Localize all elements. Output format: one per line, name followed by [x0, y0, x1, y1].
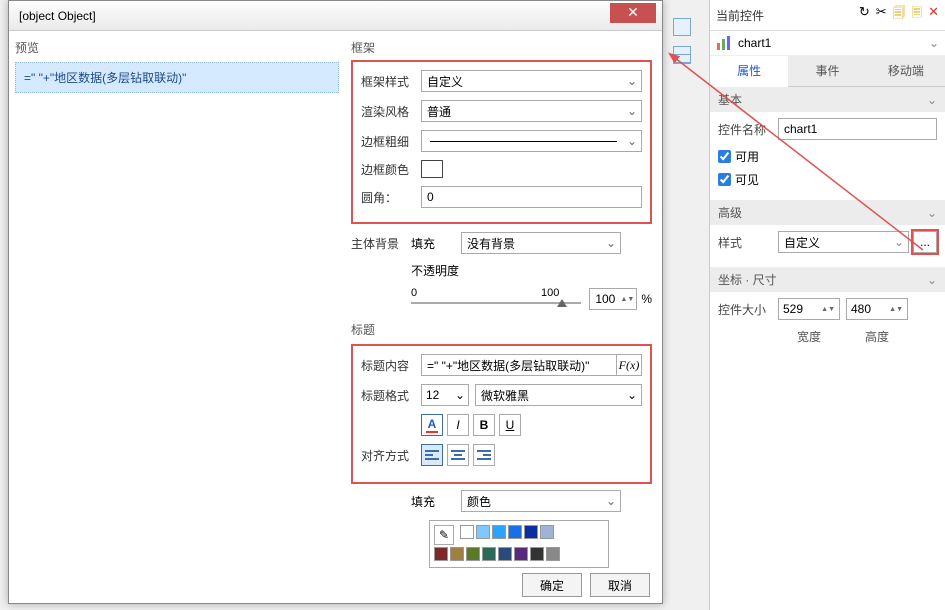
style-combo[interactable]: 自定义⌄	[778, 231, 909, 253]
align-right-button[interactable]	[473, 444, 495, 466]
body-bg-label: 主体背景	[351, 235, 411, 252]
render-style-combo[interactable]: 普通⌄	[421, 100, 642, 122]
tab-mobile[interactable]: 移动端	[867, 56, 945, 86]
delete-icon[interactable]: ✕	[928, 4, 939, 26]
size-label: 控件大小	[718, 301, 778, 318]
fill2-combo[interactable]: 颜色⌄	[461, 490, 621, 512]
fill-combo[interactable]: 没有背景⌄	[461, 232, 621, 254]
tab-properties[interactable]: 属性	[710, 56, 788, 87]
align-label: 对齐方式	[361, 447, 421, 464]
cut-icon[interactable]: ✂	[876, 4, 887, 26]
chart-icon	[716, 35, 732, 51]
visible-checkbox[interactable]: 可见	[718, 171, 937, 188]
title-content-label: 标题内容	[361, 357, 421, 374]
title-section-label: 标题	[351, 321, 652, 338]
property-panel: 当前控件 ↻ ✂ 🗐 🗏 ✕ chart1 ⌄ 属性 事件 移动端 基本⌄ 控件…	[709, 0, 945, 610]
view-toggle-icons	[673, 18, 691, 64]
height-caption: 高度	[846, 328, 908, 345]
align-center-button[interactable]	[447, 444, 469, 466]
border-color-label: 边框颜色	[361, 161, 421, 178]
font-size-combo[interactable]: 12⌄	[421, 384, 469, 406]
control-name-label: 控件名称	[718, 121, 778, 138]
control-selector[interactable]: chart1 ⌄	[710, 31, 945, 56]
refresh-icon[interactable]: ↻	[859, 4, 870, 26]
frame-style-label: 框架样式	[361, 73, 421, 90]
color-palette[interactable]: ✎	[429, 520, 609, 568]
font-color-button[interactable]: A	[421, 414, 443, 436]
formula-button[interactable]: F(x)	[616, 354, 642, 376]
underline-button[interactable]: U	[499, 414, 521, 436]
frame-settings-group: 框架样式 自定义⌄ 渲染风格 普通⌄ 边框粗细 ⌄ 边框颜色 圆角： 0	[351, 60, 652, 224]
title-format-label: 标题格式	[361, 387, 421, 404]
fill-label: 填充	[411, 235, 461, 252]
frame-section-label: 框架	[351, 39, 652, 56]
group-advanced-header[interactable]: 高级⌄	[710, 200, 945, 225]
italic-button[interactable]: I	[447, 414, 469, 436]
style-ellipsis-button[interactable]: ...	[913, 231, 937, 253]
border-weight-combo[interactable]: ⌄	[421, 130, 642, 152]
property-tabs: 属性 事件 移动端	[710, 56, 945, 87]
view-grid-icon[interactable]	[673, 46, 691, 64]
opacity-slider[interactable]: 0 100	[411, 287, 581, 311]
radius-label: 圆角：	[361, 189, 421, 206]
group-basic-header[interactable]: 基本⌄	[710, 87, 945, 112]
title-content-input[interactable]: =" "+"地区数据(多层钻取联动)"	[421, 354, 616, 376]
border-weight-label: 边框粗细	[361, 133, 421, 150]
cancel-button[interactable]: 取消	[590, 573, 650, 597]
panel-title: 当前控件	[716, 7, 764, 24]
view-single-icon[interactable]	[673, 18, 691, 36]
close-button[interactable]: ✕	[610, 3, 656, 23]
usable-checkbox[interactable]: 可用	[718, 148, 937, 165]
render-style-label: 渲染风格	[361, 103, 421, 120]
preview-label: 预览	[15, 39, 339, 56]
height-input[interactable]: 480▲▼	[846, 298, 908, 320]
opacity-unit: %	[641, 292, 652, 306]
copy-icon[interactable]: 🗐	[893, 4, 906, 26]
style-prop-label: 样式	[718, 234, 778, 251]
align-left-button[interactable]	[421, 444, 443, 466]
ok-button[interactable]: 确定	[522, 573, 582, 597]
opacity-label: 不透明度	[411, 262, 467, 279]
paste-icon[interactable]: 🗏	[912, 4, 922, 26]
fill2-label: 填充	[411, 493, 461, 510]
group-coord-header[interactable]: 坐标 · 尺寸⌄	[710, 267, 945, 292]
border-color-chip[interactable]	[421, 160, 443, 178]
opacity-spinner[interactable]: 100▲▼	[589, 288, 637, 310]
control-name-input[interactable]: chart1	[778, 118, 937, 140]
style-dialog: [object Object] ✕ 预览 =" "+"地区数据(多层钻取联动)"…	[8, 0, 663, 604]
dialog-title: [object Object]	[19, 9, 96, 23]
width-caption: 宽度	[778, 328, 840, 345]
frame-style-combo[interactable]: 自定义⌄	[421, 70, 642, 92]
width-input[interactable]: 529▲▼	[778, 298, 840, 320]
dialog-titlebar[interactable]: [object Object] ✕	[9, 1, 662, 31]
tab-events[interactable]: 事件	[788, 56, 866, 86]
eyedropper-button[interactable]: ✎	[434, 525, 454, 545]
title-settings-group: 标题内容 =" "+"地区数据(多层钻取联动)" F(x) 标题格式 12⌄ 微…	[351, 344, 652, 484]
font-family-combo[interactable]: 微软雅黑⌄	[475, 384, 642, 406]
bold-button[interactable]: B	[473, 414, 495, 436]
preview-content[interactable]: =" "+"地区数据(多层钻取联动)"	[15, 62, 339, 93]
radius-input[interactable]: 0	[421, 186, 642, 208]
